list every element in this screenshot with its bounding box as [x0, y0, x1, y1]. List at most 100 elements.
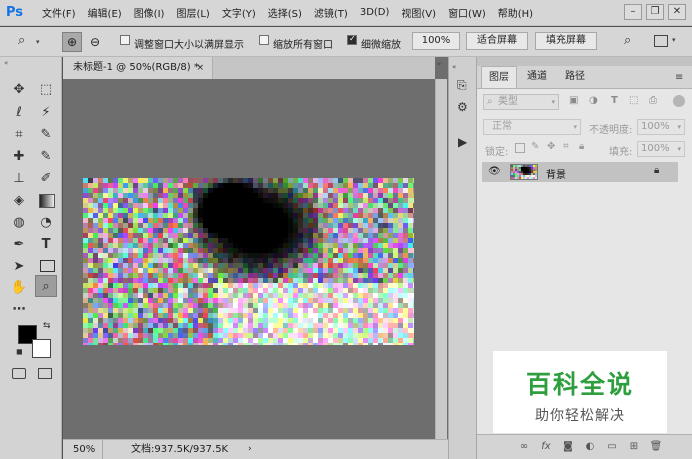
fill-field[interactable]: 100% ▾: [637, 141, 685, 157]
chevron-right-icon[interactable]: ›: [248, 440, 252, 459]
filter-shape-icon[interactable]: ⬚: [629, 95, 638, 106]
menu-edit[interactable]: 编辑(E): [82, 5, 128, 20]
fill-value: 100%: [641, 143, 670, 154]
opacity-field[interactable]: 100% ▾: [637, 119, 685, 135]
workspace-icon[interactable]: [654, 35, 668, 47]
eyedropper-tool-icon[interactable]: ✎: [35, 124, 57, 146]
document-size: 文档:937.5K/937.5K: [131, 444, 229, 455]
zoom-all-checkbox[interactable]: [259, 35, 269, 45]
lock-transparent-icon[interactable]: [515, 143, 525, 153]
canvas[interactable]: [83, 178, 418, 348]
gradient-tool-icon[interactable]: [39, 194, 55, 208]
menu-help[interactable]: 帮助(H): [492, 5, 539, 20]
fill-screen-button[interactable]: 填充屏幕: [535, 32, 597, 50]
panel-menu-icon[interactable]: ≡: [675, 72, 683, 83]
filter-type-icon[interactable]: T: [611, 95, 618, 106]
menu-bar: Ps 文件(F) 编辑(E) 图像(I) 图层(L) 文字(Y) 选择(S) 滤…: [0, 0, 692, 26]
search-icon[interactable]: ⌕: [624, 33, 631, 48]
close-button[interactable]: ✕: [668, 4, 686, 20]
rectangle-tool-icon[interactable]: [40, 260, 55, 272]
status-bar: 50% 文档:937.5K/937.5K ›: [63, 439, 448, 459]
add-mask-icon[interactable]: ◙: [561, 441, 575, 452]
new-group-icon[interactable]: ▭: [605, 441, 619, 452]
tab-paths[interactable]: 路径: [557, 66, 593, 88]
tab-layers[interactable]: 图层: [481, 66, 517, 88]
lasso-tool-icon[interactable]: ℓ: [8, 102, 30, 124]
menu-3d[interactable]: 3D(D): [354, 7, 396, 18]
actions-play-icon[interactable]: ▶: [458, 135, 467, 149]
pen-tool-icon[interactable]: ✒: [8, 234, 30, 256]
filter-smart-object-icon[interactable]: ⎙: [649, 95, 657, 106]
zoom-tool-preset-icon[interactable]: ⌕: [18, 33, 25, 48]
blend-mode-select[interactable]: 正常 ▾: [483, 119, 581, 135]
quick-mask-icon[interactable]: [12, 368, 26, 379]
vertical-scrollbar[interactable]: [435, 79, 447, 439]
layer-style-icon[interactable]: fx: [539, 441, 553, 452]
scrubby-zoom-checkbox[interactable]: [347, 34, 357, 45]
history-brush-tool-icon[interactable]: ✐: [35, 168, 57, 190]
blur-tool-icon[interactable]: ◍: [8, 212, 30, 234]
clone-stamp-tool-icon[interactable]: ⊥: [8, 168, 30, 190]
zoom-level[interactable]: 50%: [63, 440, 103, 459]
menu-select[interactable]: 选择(S): [262, 5, 308, 20]
link-layers-icon[interactable]: ∞: [517, 441, 531, 452]
more-tools-icon[interactable]: ⋯: [8, 299, 30, 321]
menu-layer[interactable]: 图层(L): [170, 5, 215, 20]
healing-brush-tool-icon[interactable]: ✚: [8, 146, 30, 168]
background-color-swatch[interactable]: [32, 339, 51, 358]
chevron-down-icon[interactable]: ▾: [36, 38, 40, 46]
filter-adjustment-icon[interactable]: ◑: [589, 95, 598, 106]
minimize-button[interactable]: –: [624, 4, 642, 20]
resize-window-checkbox[interactable]: [120, 35, 130, 45]
type-tool-icon[interactable]: T: [35, 234, 57, 256]
filter-pixel-icon[interactable]: ▣: [569, 95, 578, 106]
collapse-arrows-icon[interactable]: »: [437, 60, 441, 68]
lock-all-icon[interactable]: 🔒︎: [579, 141, 584, 152]
layer-name: 背景: [546, 170, 566, 181]
menu-file[interactable]: 文件(F): [36, 5, 82, 20]
new-layer-icon[interactable]: ⊞: [627, 441, 641, 452]
default-colors-icon[interactable]: ◼: [16, 347, 23, 356]
layer-row[interactable]: 👁︎ 背景 🔒︎: [482, 162, 678, 182]
close-icon[interactable]: ×: [196, 57, 204, 79]
move-tool-icon[interactable]: ✥: [8, 79, 30, 101]
magic-wand-tool-icon[interactable]: ⚡: [35, 102, 57, 124]
crop-tool-icon[interactable]: ⌗: [8, 124, 30, 146]
swap-colors-icon[interactable]: ⇆: [43, 321, 51, 331]
eye-visibility-icon[interactable]: 👁︎: [488, 166, 501, 177]
collapse-arrows-icon[interactable]: «: [452, 63, 456, 71]
menu-window[interactable]: 窗口(W): [442, 5, 492, 20]
chevron-down-icon[interactable]: ▾: [672, 36, 676, 44]
chevron-down-icon: ▾: [551, 98, 555, 106]
zoom-100-button[interactable]: 100%: [412, 32, 460, 50]
lock-pixels-icon[interactable]: ✎: [531, 141, 539, 152]
properties-panel-icon[interactable]: ⚙: [457, 100, 468, 114]
restore-button[interactable]: ❐: [646, 4, 664, 20]
delete-layer-icon[interactable]: 🗑︎: [649, 441, 663, 452]
menu-image[interactable]: 图像(I): [128, 5, 171, 20]
brush-tool-icon[interactable]: ✎: [35, 146, 57, 168]
lock-artboard-icon[interactable]: ⌗: [563, 141, 569, 152]
filter-kind-select[interactable]: ⌕ 类型 ▾: [483, 94, 559, 110]
document-tab[interactable]: 未标题-1 @ 50%(RGB/8) * ×: [63, 57, 213, 79]
history-panel-icon[interactable]: ⎘: [457, 78, 467, 93]
filter-toggle-icon[interactable]: [673, 95, 685, 107]
zoom-out-icon[interactable]: ⊖: [86, 32, 104, 52]
adjustment-layer-icon[interactable]: ◐: [583, 441, 597, 452]
menu-filter[interactable]: 滤镜(T): [308, 5, 354, 20]
hand-tool-icon[interactable]: ✋: [8, 277, 30, 299]
marquee-tool-icon[interactable]: ⬚: [35, 79, 57, 101]
dodge-tool-icon[interactable]: ◔: [35, 212, 57, 234]
screen-mode-icon[interactable]: [38, 368, 52, 379]
eraser-tool-icon[interactable]: ◈: [8, 190, 30, 212]
fit-screen-button[interactable]: 适合屏幕: [466, 32, 528, 50]
layer-thumbnail: [510, 164, 538, 180]
menu-type[interactable]: 文字(Y): [216, 5, 262, 20]
path-selection-tool-icon[interactable]: ➤: [8, 256, 30, 278]
lock-position-icon[interactable]: ✥: [547, 141, 555, 152]
tab-channels[interactable]: 通道: [519, 66, 555, 88]
zoom-in-icon[interactable]: ⊕: [62, 32, 82, 52]
collapse-arrows-icon[interactable]: «: [4, 59, 8, 67]
menu-view[interactable]: 视图(V): [395, 5, 442, 20]
zoom-tool-icon[interactable]: ⌕: [35, 275, 57, 297]
